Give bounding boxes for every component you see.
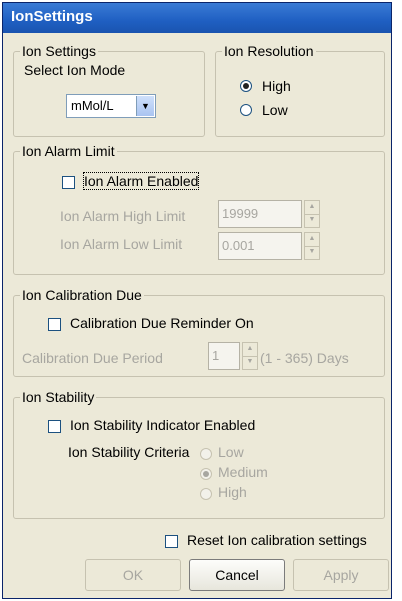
ion-mode-select[interactable]: mMol/L ▼ <box>66 94 156 118</box>
ion-resolution-group: Ion Resolution High Low <box>215 43 385 137</box>
alarm-high-limit-input[interactable]: 19999 <box>218 200 302 228</box>
resolution-low-radio[interactable] <box>240 104 252 116</box>
window-title: IonSettings <box>11 8 93 25</box>
alarm-high-spinner[interactable]: ▲ ▼ <box>304 200 320 228</box>
ion-settings-legend: Ion Settings <box>20 43 98 59</box>
select-ion-mode-label: Select Ion Mode <box>24 62 126 78</box>
cancel-button[interactable]: Cancel <box>189 559 285 591</box>
alarm-low-limit-label: Ion Alarm Low Limit <box>60 236 183 252</box>
ion-alarm-enabled-label: Ion Alarm Enabled <box>82 172 200 190</box>
ion-mode-value: mMol/L <box>71 98 114 113</box>
criteria-high-label: High <box>218 484 247 500</box>
ion-stability-legend: Ion Stability <box>20 389 97 405</box>
ion-calibration-legend: Ion Calibration Due <box>20 287 144 303</box>
apply-button[interactable]: Apply <box>293 559 389 591</box>
resolution-high-radio[interactable] <box>240 80 252 92</box>
reset-calibration-label: Reset Ion calibration settings <box>187 532 367 548</box>
ion-settings-group: Ion Settings Select Ion Mode mMol/L ▼ <box>13 43 205 137</box>
alarm-low-spinner[interactable]: ▲ ▼ <box>304 232 320 260</box>
criteria-high-radio[interactable] <box>200 488 212 500</box>
resolution-low-label: Low <box>262 102 288 118</box>
ion-calibration-due-group: Ion Calibration Due Calibration Due Remi… <box>13 287 385 377</box>
spin-up-icon[interactable]: ▲ <box>243 343 257 357</box>
alarm-high-limit-label: Ion Alarm High Limit <box>60 208 186 224</box>
stability-indicator-checkbox[interactable] <box>48 420 61 433</box>
calibration-period-label: Calibration Due Period <box>22 350 163 366</box>
calibration-reminder-checkbox[interactable] <box>48 318 61 331</box>
stability-indicator-label: Ion Stability Indicator Enabled <box>70 417 256 433</box>
calibration-period-spinner[interactable]: ▲ ▼ <box>242 342 258 370</box>
spin-down-icon[interactable]: ▼ <box>243 356 257 369</box>
reset-calibration-checkbox[interactable] <box>165 535 178 548</box>
calibration-period-suffix: (1 - 365) Days <box>260 350 349 366</box>
chevron-down-icon[interactable]: ▼ <box>136 96 154 116</box>
criteria-medium-label: Medium <box>218 464 268 480</box>
calibration-period-input[interactable]: 1 <box>208 342 240 370</box>
ion-alarm-legend: Ion Alarm Limit <box>20 143 117 159</box>
criteria-medium-radio[interactable] <box>200 468 212 480</box>
title-bar[interactable]: IonSettings <box>3 3 391 33</box>
alarm-low-limit-input[interactable]: 0.001 <box>218 232 302 260</box>
spin-down-icon[interactable]: ▼ <box>305 246 319 259</box>
stability-criteria-label: Ion Stability Criteria <box>68 444 190 460</box>
ion-stability-group: Ion Stability Ion Stability Indicator En… <box>13 389 385 519</box>
ok-button[interactable]: OK <box>85 559 181 591</box>
ion-alarm-enabled-checkbox[interactable] <box>62 176 75 189</box>
ion-alarm-limit-group: Ion Alarm Limit Ion Alarm Enabled Ion Al… <box>13 143 385 275</box>
spin-up-icon[interactable]: ▲ <box>305 233 319 247</box>
criteria-low-label: Low <box>218 444 244 460</box>
ion-resolution-legend: Ion Resolution <box>222 43 316 59</box>
ion-settings-window: IonSettings Ion Settings Select Ion Mode… <box>2 2 392 599</box>
calibration-reminder-label: Calibration Due Reminder On <box>70 315 254 331</box>
spin-down-icon[interactable]: ▼ <box>305 214 319 227</box>
resolution-high-label: High <box>262 78 291 94</box>
spin-up-icon[interactable]: ▲ <box>305 201 319 215</box>
criteria-low-radio[interactable] <box>200 448 212 460</box>
